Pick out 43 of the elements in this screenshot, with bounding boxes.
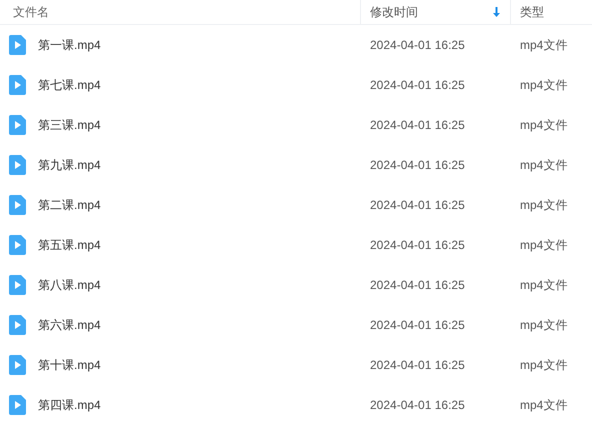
file-type: mp4文件 [519, 276, 568, 294]
file-type: mp4文件 [519, 156, 568, 174]
video-file-icon [9, 75, 26, 95]
file-type: mp4文件 [519, 36, 568, 54]
column-header[interactable]: 类型 [511, 0, 592, 24]
video-file-icon [9, 275, 26, 295]
modified-date: 2024-04-01 16:25 [369, 198, 466, 212]
video-file-icon [9, 155, 26, 175]
modified-date: 2024-04-01 16:25 [369, 318, 466, 332]
file-name[interactable]: 第四课.mp4 [38, 396, 101, 414]
video-file-icon [9, 355, 26, 375]
file-type: mp4文件 [519, 76, 568, 94]
file-type: mp4文件 [519, 396, 568, 414]
modified-date: 2024-04-01 16:25 [369, 278, 466, 292]
file-name[interactable]: 第五课.mp4 [38, 236, 101, 254]
modified-date: 2024-04-01 16:25 [369, 158, 466, 172]
file-name[interactable]: 第二课.mp4 [38, 196, 101, 214]
modified-date: 2024-04-01 16:25 [369, 358, 466, 372]
file-name[interactable]: 第八课.mp4 [38, 276, 101, 294]
file-name[interactable]: 第六课.mp4 [38, 316, 101, 334]
modified-date: 2024-04-01 16:25 [369, 398, 466, 412]
file-name[interactable]: 第一课.mp4 [38, 36, 101, 54]
file-name[interactable]: 第九课.mp4 [38, 156, 101, 174]
video-file-icon [9, 395, 26, 415]
file-type: mp4文件 [519, 316, 568, 334]
file-type: mp4文件 [519, 236, 568, 254]
video-file-icon [9, 35, 26, 55]
modified-date: 2024-04-01 16:25 [369, 78, 466, 92]
video-file-icon [9, 235, 26, 255]
video-file-icon [9, 195, 26, 215]
file-type: mp4文件 [519, 116, 568, 134]
column-header[interactable]: 修改时间 [361, 0, 511, 24]
modified-date: 2024-04-01 16:25 [369, 38, 466, 52]
modified-date: 2024-04-01 16:25 [369, 238, 466, 252]
column-header[interactable]: 文件名 [0, 0, 361, 24]
file-name[interactable]: 第十课.mp4 [38, 356, 101, 374]
video-file-icon [9, 315, 26, 335]
modified-date: 2024-04-01 16:25 [369, 118, 466, 132]
file-type: mp4文件 [519, 356, 568, 374]
video-file-icon [9, 115, 26, 135]
file-type: mp4文件 [519, 196, 568, 214]
file-name[interactable]: 第七课.mp4 [38, 76, 101, 94]
file-name[interactable]: 第三课.mp4 [38, 116, 101, 134]
